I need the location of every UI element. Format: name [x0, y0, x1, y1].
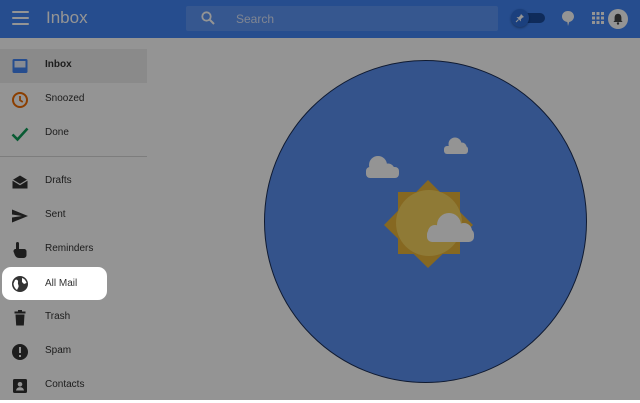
clock-icon — [12, 92, 28, 108]
menu-icon[interactable] — [12, 11, 29, 25]
sidebar-item-label: Trash — [45, 311, 71, 322]
check-icon — [11, 127, 29, 142]
sidebar-item-done[interactable]: Done — [0, 117, 147, 151]
search-icon — [201, 11, 215, 25]
reminder-hand-icon — [13, 242, 27, 258]
sidebar-item-drafts[interactable]: Drafts — [0, 165, 147, 199]
sidebar-item-label: Contacts — [45, 379, 85, 390]
contacts-icon — [13, 379, 27, 393]
apps-grid-icon[interactable] — [592, 12, 604, 24]
sidebar-item-label: Spam — [45, 345, 72, 356]
sidebar-item-snoozed[interactable]: Snoozed — [0, 83, 147, 117]
search-box[interactable] — [186, 6, 498, 31]
sidebar-item-label: Drafts — [45, 175, 72, 186]
sidebar-item-contacts[interactable]: Contacts — [0, 369, 147, 403]
main-content — [150, 38, 640, 400]
sidebar-item-inbox[interactable]: Inbox — [0, 49, 147, 83]
top-app-bar: Inbox — [0, 0, 640, 38]
sidebar-divider — [0, 156, 147, 157]
pin-toggle[interactable] — [511, 9, 545, 27]
sidebar-item-label: All Mail — [45, 278, 78, 289]
sidebar-item-label: Done — [45, 127, 69, 138]
account-avatar[interactable] — [608, 9, 628, 29]
sidebar-item-label: Sent — [45, 209, 66, 220]
sidebar-item-label: Snoozed — [45, 93, 85, 104]
globe-icon — [12, 276, 28, 292]
highlighted-all-mail[interactable]: All Mail — [2, 267, 107, 300]
spam-icon — [12, 344, 28, 360]
sidebar-item-reminders[interactable]: Reminders — [0, 233, 147, 267]
speech-bubble-icon[interactable] — [561, 10, 575, 27]
sun-and-clouds-icon — [264, 60, 587, 383]
page-title: Inbox — [46, 8, 88, 27]
search-input[interactable] — [236, 9, 486, 28]
bell-icon — [613, 13, 623, 25]
sidebar-item-sent[interactable]: Sent — [0, 199, 147, 233]
sidebar-item-label: Reminders — [45, 243, 94, 254]
sidebar-item-label: Inbox — [45, 59, 72, 70]
sidebar-item-spam[interactable]: Spam — [0, 335, 147, 369]
sidebar: Inbox Snoozed Done Drafts Sent Reminders — [0, 38, 150, 400]
sidebar-item-trash[interactable]: Trash — [0, 301, 147, 335]
trash-icon — [14, 310, 26, 326]
toggle-knob[interactable] — [511, 9, 529, 27]
pin-icon — [515, 14, 524, 23]
drafts-icon — [12, 175, 28, 189]
send-icon — [12, 209, 28, 223]
inbox-icon — [12, 59, 28, 73]
